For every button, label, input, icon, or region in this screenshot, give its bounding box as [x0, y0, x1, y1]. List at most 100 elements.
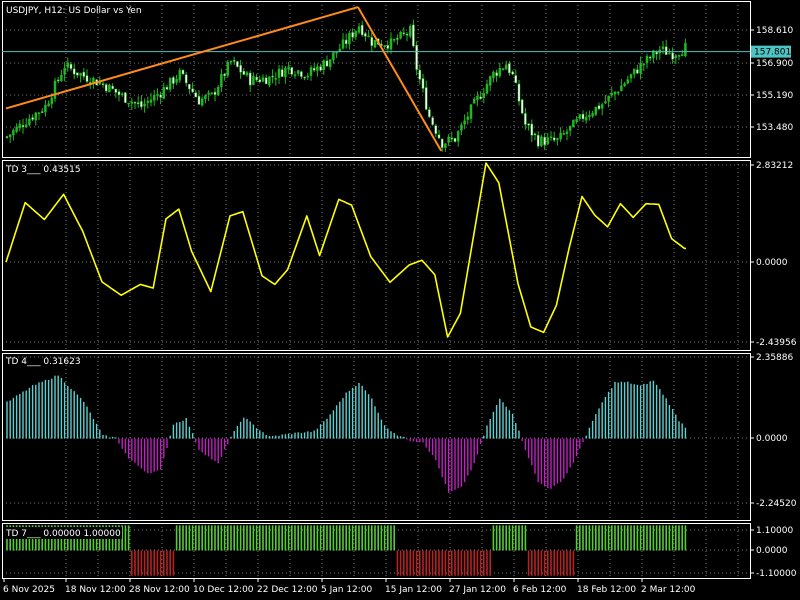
candle-body	[287, 66, 290, 70]
candle-body	[40, 111, 44, 113]
candle-body	[613, 91, 617, 95]
candle-body	[312, 68, 316, 71]
candle-body	[316, 66, 319, 71]
y-tick-label: 153.480	[756, 123, 793, 133]
candle-body	[56, 79, 60, 82]
pane-border	[2, 353, 751, 521]
candle-body	[213, 91, 217, 95]
candle-body	[575, 119, 578, 123]
candle-body	[149, 99, 153, 103]
candle-body	[444, 143, 447, 148]
candle-body	[396, 38, 399, 40]
pane-border	[2, 160, 751, 351]
candle-body	[536, 134, 540, 147]
candle-body	[159, 94, 162, 98]
y-tick-label: 155.190	[756, 91, 793, 101]
candle-body	[332, 52, 335, 61]
candle-body	[479, 96, 482, 99]
candle-body	[146, 100, 150, 103]
candle-body	[636, 69, 639, 74]
candle-body	[191, 88, 194, 93]
x-tick-label: 5 Jan 12:00	[321, 585, 373, 595]
candle-body	[143, 103, 146, 107]
candle-body	[220, 74, 223, 88]
candle-body	[604, 101, 607, 104]
candle-body	[18, 123, 22, 129]
candle-body	[130, 101, 134, 104]
candle-body	[117, 91, 121, 95]
candle-body	[370, 37, 374, 46]
candle-body	[140, 101, 143, 108]
candle-body	[437, 134, 441, 139]
candle-body	[408, 26, 412, 37]
candle-body	[24, 124, 28, 128]
candle-body	[572, 120, 575, 128]
pane-1-frame	[2, 1, 751, 158]
candle-body	[188, 84, 191, 90]
x-tick-label: 28 Nov 12:00	[129, 585, 190, 595]
candle-body	[232, 60, 236, 62]
candle-body	[655, 51, 658, 55]
trading-chart[interactable]: 158.610 156.900 155.190 153.480 2.83212 0.000…	[0, 0, 800, 600]
candle-body	[524, 113, 527, 125]
candle-body	[306, 75, 310, 78]
candle-body	[268, 76, 271, 86]
price-candles	[5, 19, 687, 152]
candle-body	[632, 68, 636, 75]
current-price-text: 157.801	[754, 48, 791, 58]
candle-body	[328, 59, 332, 68]
candle-body	[428, 109, 431, 118]
candle-body	[476, 95, 479, 100]
candle-body	[591, 113, 594, 117]
candle-body	[136, 102, 140, 104]
candle-body	[364, 33, 367, 37]
x-tick-label: 15 Jan 12:00	[385, 585, 442, 595]
candle-body	[514, 75, 518, 84]
candle-body	[226, 62, 230, 76]
trendline[interactable]	[357, 6, 443, 152]
candle-body	[8, 134, 12, 138]
candle-body	[181, 69, 185, 75]
candle-body	[76, 72, 79, 76]
y-tick-label: 0.0000	[756, 258, 788, 268]
candle-body	[120, 93, 124, 96]
candle-body	[351, 32, 354, 38]
candle-body	[616, 91, 620, 94]
candle-body	[504, 64, 508, 70]
candle-body	[581, 113, 585, 120]
candle-body	[511, 71, 514, 75]
candle-body	[540, 136, 543, 147]
candle-body	[290, 67, 294, 75]
candle-body	[492, 71, 495, 79]
candle-body	[127, 102, 130, 105]
candle-body	[60, 74, 63, 82]
candle-body	[527, 123, 530, 126]
candle-body	[508, 63, 511, 74]
candle-body	[248, 72, 252, 86]
candle-body	[453, 138, 457, 142]
candle-body	[495, 72, 498, 76]
candle-body	[242, 70, 246, 75]
candle-body	[200, 98, 204, 106]
y-tick-label: 0.0000	[756, 434, 788, 444]
candle-body	[28, 118, 31, 125]
candle-body	[559, 132, 562, 140]
candle-body	[325, 60, 329, 67]
candle-body	[392, 38, 396, 41]
pane-1-title: USDJPY, H12: US Dollar vs Yen	[6, 6, 142, 16]
candle-body	[607, 95, 610, 102]
candle-body	[360, 24, 364, 36]
candle-body	[44, 104, 47, 113]
candle-body	[101, 83, 105, 85]
candle-body	[245, 72, 249, 76]
candle-body	[588, 115, 591, 118]
trendline[interactable]	[5, 6, 359, 110]
candle-body	[642, 63, 646, 66]
candle-body	[207, 92, 210, 95]
y-tick-label: -1.10000	[756, 569, 797, 579]
candle-body	[565, 131, 569, 134]
td4-histogram	[6, 375, 687, 493]
candle-body	[620, 85, 623, 92]
candle-body	[684, 43, 687, 57]
candle-body	[15, 126, 18, 132]
